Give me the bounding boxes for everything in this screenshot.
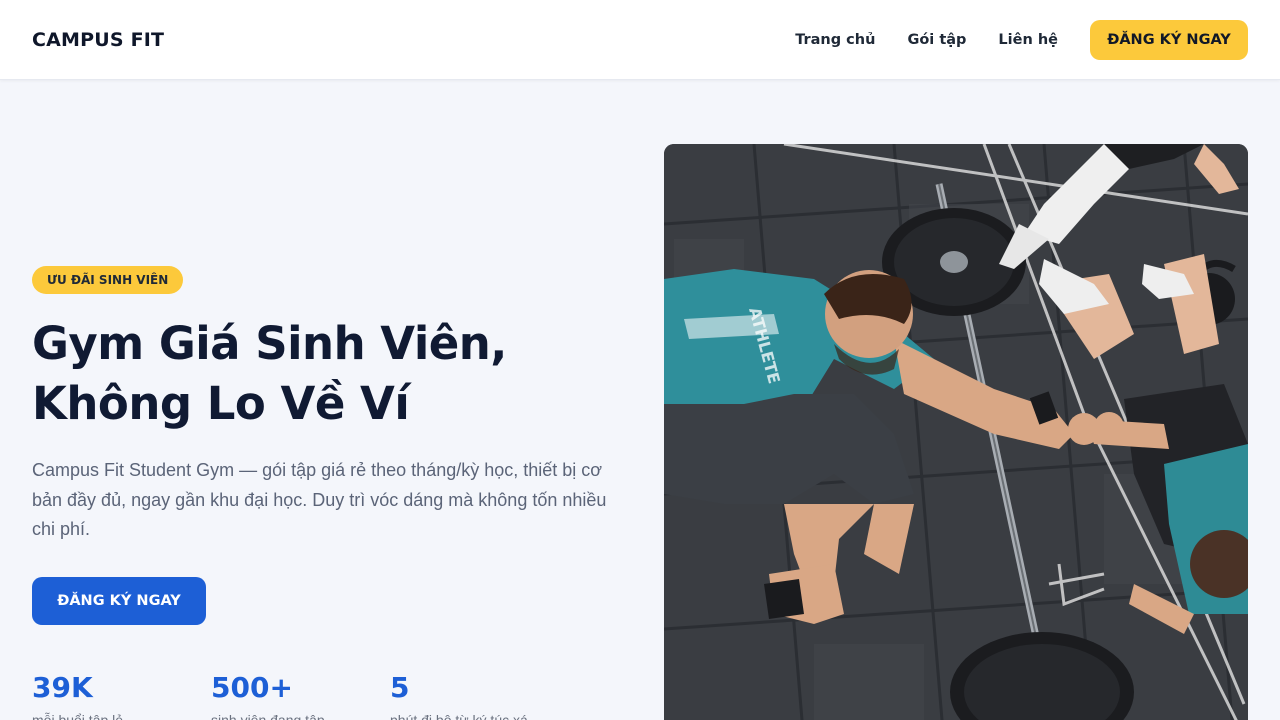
stat-value: 39K xyxy=(32,671,93,704)
nav-register-button[interactable]: ĐĂNG KÝ NGAY xyxy=(1090,19,1248,60)
headline-line-1: Gym Giá Sinh Viên, xyxy=(32,317,507,370)
top-navbar: CAMPUS FIT Trang chủ Gói tập Liên hệ ĐĂN… xyxy=(0,0,1280,80)
stat-label: phút đi bộ từ ký túc xá xyxy=(390,712,528,720)
student-offer-badge: ƯU ĐÃI SINH VIÊN xyxy=(32,266,184,294)
nav-links: Trang chủ Gói tập Liên hệ ĐĂNG KÝ NGAY xyxy=(795,19,1248,60)
stat-value: 5 xyxy=(390,671,410,704)
hero-register-button[interactable]: ĐĂNG KÝ NGAY xyxy=(32,576,206,625)
stat-item: 5 phút đi bộ từ ký túc xá xyxy=(390,670,569,720)
brand-logo[interactable]: CAMPUS FIT xyxy=(32,29,164,51)
stat-item: 500+ sinh viên đang tập xyxy=(211,670,390,720)
stat-label: mỗi buổi tập lẻ xyxy=(32,712,124,720)
nav-link-contact[interactable]: Liên hệ xyxy=(998,32,1058,48)
stat-item: 39K mỗi buổi tập lẻ xyxy=(32,670,211,720)
stats-row: 39K mỗi buổi tập lẻ 500+ sinh viên đang … xyxy=(32,670,569,720)
hero-gym-photo: ATHLETE xyxy=(664,144,1248,720)
hero-headline: Gym Giá Sinh Viên, Không Lo Về Ví xyxy=(32,314,622,434)
stat-value: 500+ xyxy=(211,671,293,704)
gym-photo-illustration: ATHLETE xyxy=(664,144,1248,720)
hero-description: Campus Fit Student Gym — gói tập giá rẻ … xyxy=(32,460,607,539)
headline-line-2: Không Lo Về Ví xyxy=(32,377,410,430)
stat-label: sinh viên đang tập xyxy=(211,712,325,720)
hero-content: ƯU ĐÃI SINH VIÊN Gym Giá Sinh Viên, Khôn… xyxy=(32,266,622,625)
nav-link-plans[interactable]: Gói tập xyxy=(907,32,966,48)
nav-link-home[interactable]: Trang chủ xyxy=(795,32,875,48)
